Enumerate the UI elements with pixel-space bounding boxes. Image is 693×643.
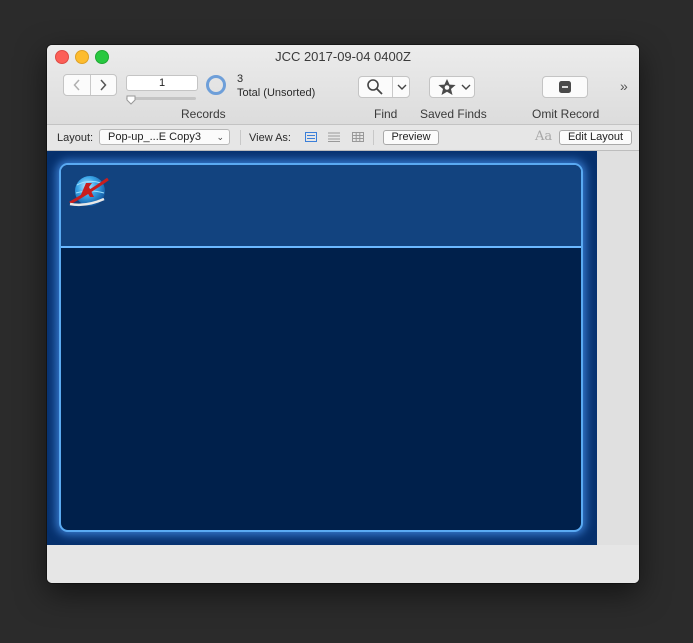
separator [373, 130, 374, 145]
title-toolbar: JCC 2017-09-04 0400Z 1 Records 3 Total (… [47, 45, 639, 125]
minus-square-icon [559, 81, 571, 93]
find-button[interactable] [358, 76, 410, 98]
chevron-right-icon [100, 79, 107, 91]
content-area [47, 151, 639, 583]
saved-finds-button[interactable] [429, 76, 475, 98]
window-title: JCC 2017-09-04 0400Z [275, 49, 411, 64]
chevron-down-icon: ⌄ [216, 132, 224, 142]
chevron-down-icon[interactable] [461, 83, 471, 91]
table-view-icon[interactable] [352, 132, 364, 142]
preview-button[interactable]: Preview [383, 130, 439, 145]
popup-panel [59, 163, 583, 532]
layout-select-value: Pop-up_...E Copy3 [108, 131, 201, 143]
records-label: Records [181, 107, 226, 121]
toolbar-overflow-icon[interactable]: » [620, 78, 628, 94]
total-status[interactable]: Total (Unsorted) [237, 87, 315, 99]
view-as-label: View As: [249, 132, 291, 144]
globe-logo-icon [69, 176, 109, 207]
star-icon [438, 79, 456, 95]
list-view-icon[interactable] [328, 132, 340, 142]
layout-canvas [47, 151, 597, 545]
saved-finds-label: Saved Finds [420, 107, 487, 121]
edit-layout-button[interactable]: Edit Layout [559, 130, 632, 145]
current-record-input[interactable]: 1 [126, 75, 198, 91]
chevron-down-icon[interactable] [397, 83, 407, 91]
omit-record-label: Omit Record [532, 107, 600, 121]
record-slider[interactable] [126, 97, 196, 100]
record-nav-group [63, 74, 117, 96]
magnifier-icon [367, 79, 383, 95]
find-label: Find [374, 107, 398, 121]
layout-select[interactable]: Pop-up_...E Copy3 ⌄ [99, 129, 230, 145]
previous-record-button[interactable] [64, 75, 90, 95]
next-record-button[interactable] [89, 75, 117, 95]
found-set-pie-icon[interactable] [206, 75, 226, 95]
text-format-icon[interactable]: Aa [535, 129, 552, 144]
found-count: 3 [237, 73, 244, 85]
slider-thumb-icon[interactable] [126, 95, 136, 105]
separator [240, 130, 241, 145]
omit-record-button[interactable] [542, 76, 588, 98]
canvas-gutter [597, 151, 639, 545]
panel-header [61, 165, 581, 248]
app-window: JCC 2017-09-04 0400Z 1 Records 3 Total (… [47, 45, 639, 583]
layout-label: Layout: [57, 132, 94, 144]
layout-bar: Layout: Pop-up_...E Copy3 ⌄ View As: Pre… [47, 125, 639, 151]
chevron-left-icon [73, 79, 80, 91]
form-view-icon[interactable] [305, 132, 317, 142]
